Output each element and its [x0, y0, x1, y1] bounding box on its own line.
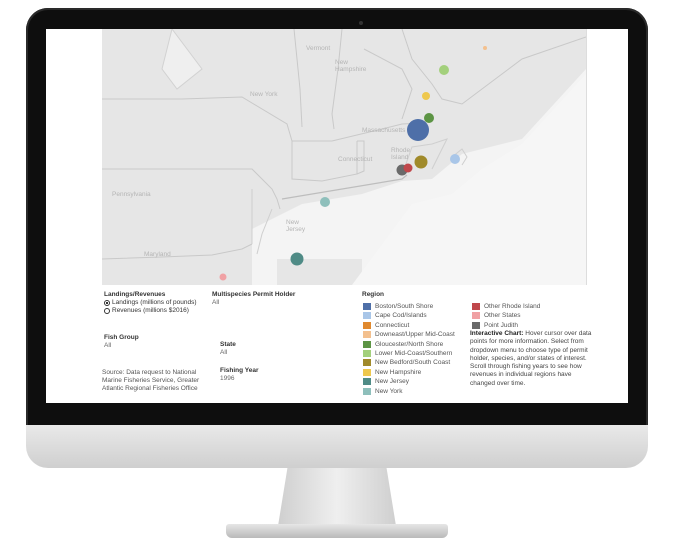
- marker-lower-mid-coast-southern[interactable]: [439, 65, 449, 75]
- multispecies-heading: Multispecies Permit Holder: [212, 291, 296, 298]
- marker-other-states[interactable]: [219, 273, 227, 281]
- note-bold: Interactive Chart:: [470, 330, 524, 337]
- legend-item[interactable]: New Bedford/South Coast: [363, 358, 450, 367]
- legend-swatch: [363, 331, 371, 339]
- legend-label: New Jersey: [375, 378, 409, 386]
- legend-label: New York: [375, 387, 403, 395]
- legend-item[interactable]: New Jersey: [363, 377, 409, 386]
- fish-group-heading: Fish Group: [104, 334, 139, 341]
- legend-swatch: [363, 321, 371, 329]
- monitor-base: [226, 524, 448, 538]
- camera-dot: [359, 21, 363, 25]
- multispecies-value[interactable]: All: [212, 299, 295, 307]
- map-label-connecticut: Connecticut: [338, 156, 373, 163]
- marker-downeast-upper-mid-coast[interactable]: [483, 46, 487, 50]
- fishing-year-value[interactable]: 1996: [220, 375, 259, 383]
- multispecies-filter[interactable]: Multispecies Permit Holder All: [212, 291, 295, 307]
- state-heading: State: [220, 341, 236, 348]
- legend-item[interactable]: Other States: [472, 311, 521, 320]
- legend-label: Downeast/Upper Mid-Coast: [375, 331, 455, 339]
- map-label-pennsylvania: Pennsylvania: [112, 191, 151, 198]
- legend-swatch: [363, 368, 371, 376]
- landings-revenues-control: Landings/Revenues Landings (millions of …: [104, 291, 197, 315]
- legend-swatch: [363, 387, 371, 395]
- marker-new-york[interactable]: [320, 197, 330, 207]
- source-note: Source: Data request to National Marine …: [102, 369, 200, 392]
- legend-swatch: [363, 312, 371, 320]
- state-value[interactable]: All: [220, 349, 236, 357]
- map-label-new-york: New York: [250, 91, 278, 98]
- map-label-rhode-island: Rhode Island: [391, 147, 411, 161]
- legend-label: Boston/South Shore: [375, 303, 434, 310]
- legend-label: Cape Cod/Islands: [375, 312, 427, 320]
- fish-group-filter[interactable]: Fish Group All: [104, 334, 139, 350]
- legend-item[interactable]: Lower Mid-Coast/Southern: [363, 349, 452, 358]
- legend-item[interactable]: New York: [363, 387, 402, 396]
- legend-swatch: [363, 350, 371, 357]
- legend-item[interactable]: Point Judith: [472, 321, 518, 330]
- monitor-stand: [278, 468, 396, 526]
- dashboard-screen: Vermont New Hampshire New York Massachus…: [46, 29, 628, 403]
- interactive-chart-note: Interactive Chart: Hover cursor over dat…: [470, 330, 598, 388]
- note-text: Hover cursor over data points for more i…: [470, 330, 592, 387]
- fishing-year-heading: Fishing Year: [220, 367, 259, 374]
- legend-label: Connecticut: [375, 321, 410, 329]
- legend-label: Other Rhode Island: [484, 303, 541, 310]
- map-label-massachusetts: Massachusetts: [362, 127, 406, 134]
- marker-new-hampshire[interactable]: [422, 92, 430, 100]
- map-label-vermont: Vermont: [306, 45, 331, 52]
- legend-item[interactable]: Connecticut: [363, 321, 409, 330]
- legend-label: New Bedford/South Coast: [375, 359, 451, 367]
- legend-swatch: [363, 359, 371, 367]
- legend-item[interactable]: Other Rhode Island: [472, 302, 540, 311]
- marker-gloucester-north-shore[interactable]: [424, 113, 434, 123]
- legend-label: Lower Mid-Coast/Southern: [375, 350, 453, 357]
- legend-swatch: [472, 321, 480, 329]
- legend-item[interactable]: Downeast/Upper Mid-Coast: [363, 330, 455, 339]
- marker-cape-cod-islands[interactable]: [450, 154, 460, 164]
- marker-other-rhode-island[interactable]: [403, 163, 413, 173]
- landings-revenues-heading: Landings/Revenues: [104, 291, 166, 298]
- radio-selected-icon[interactable]: [104, 300, 110, 306]
- legend-item[interactable]: Boston/South Shore: [363, 302, 433, 311]
- radio-unselected-icon[interactable]: [104, 308, 110, 314]
- legend-item[interactable]: Cape Cod/Islands: [363, 311, 427, 320]
- legend-item[interactable]: Gloucester/North Shore: [363, 340, 443, 349]
- fish-group-value[interactable]: All: [104, 342, 139, 350]
- legend-label: Gloucester/North Shore: [375, 340, 444, 348]
- legend-swatch: [363, 303, 371, 310]
- radio-landings[interactable]: Landings (millions of pounds): [104, 299, 197, 307]
- legend-swatch: [472, 303, 480, 310]
- map-label-maryland: Maryland: [144, 251, 171, 258]
- legend-swatch: [472, 312, 480, 320]
- legend-label: Point Judith: [484, 321, 518, 329]
- fishing-year-filter[interactable]: Fishing Year 1996: [220, 367, 259, 383]
- legend-swatch: [363, 340, 371, 348]
- marker-boston-south-shore[interactable]: [407, 119, 429, 141]
- map-label-new-jersey: New Jersey: [286, 219, 306, 233]
- marker-new-jersey[interactable]: [290, 252, 304, 266]
- state-filter[interactable]: State All: [220, 341, 236, 357]
- legend-swatch: [363, 378, 371, 386]
- region-legend-heading: Region: [362, 291, 385, 298]
- region-map[interactable]: Vermont New Hampshire New York Massachus…: [102, 29, 587, 285]
- legend-label: New Hampshire: [375, 368, 422, 376]
- legend-label: Other States: [484, 312, 521, 320]
- legend-item[interactable]: New Hampshire: [363, 368, 421, 377]
- map-label-new-hampshire: New Hampshire: [335, 59, 367, 73]
- radio-revenues[interactable]: Revenues (millions $2016): [104, 307, 197, 315]
- monitor-chin: [26, 425, 648, 468]
